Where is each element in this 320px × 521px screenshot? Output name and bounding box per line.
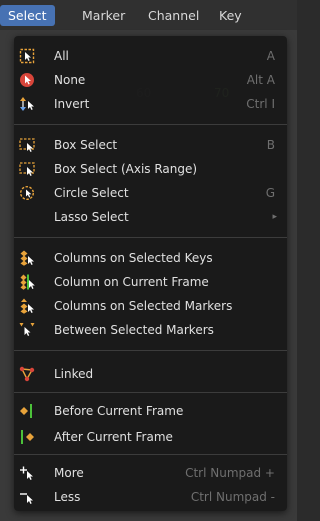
menu-item-column-on-current-frame[interactable]: Column on Current Frame <box>14 270 287 294</box>
menu-item-label: Less <box>54 490 81 504</box>
select-none-icon <box>20 73 34 87</box>
menu-separator <box>14 237 287 238</box>
shortcut: Ctrl Numpad + <box>185 466 275 480</box>
between-markers-icon <box>19 323 35 336</box>
shortcut: Ctrl I <box>246 97 275 111</box>
menu-item-label: All <box>54 49 69 63</box>
menu-select[interactable]: Select <box>0 5 55 26</box>
columns-markers-icon <box>20 298 34 314</box>
menu-item-label: Columns on Selected Keys <box>54 251 213 265</box>
menu-item-box-select-axis-range[interactable]: Box Select (Axis Range) <box>14 157 287 181</box>
menu-item-label: None <box>54 73 86 87</box>
menu-item-label: After Current Frame <box>54 430 173 444</box>
menu-item-label: Lasso Select <box>54 210 129 224</box>
menu-item-label: Between Selected Markers <box>54 323 214 337</box>
circle-select-icon <box>19 185 35 201</box>
select-less-icon <box>20 493 33 504</box>
shortcut: Ctrl Numpad - <box>190 490 275 504</box>
before-frame-icon <box>20 404 32 418</box>
menu-separator <box>14 350 287 351</box>
menu-item-label: Box Select <box>54 138 118 152</box>
menu-item-label: More <box>54 466 84 480</box>
menu-marker[interactable]: Marker <box>74 5 133 26</box>
menu-item-columns-on-selected-markers[interactable]: Columns on Selected Markers <box>14 294 287 318</box>
menu-item-label: Box Select (Axis Range) <box>54 162 198 176</box>
menu-item-label: Column on Current Frame <box>54 275 209 289</box>
shortcut: G <box>265 186 275 200</box>
shortcut: A <box>266 49 275 63</box>
menu-item-none[interactable]: None Alt A <box>14 68 287 92</box>
select-invert-icon <box>20 97 34 111</box>
menu-item-label: Before Current Frame <box>54 404 184 418</box>
menu-item-label: Columns on Selected Markers <box>54 299 233 313</box>
menu-item-linked[interactable]: Linked <box>14 362 287 386</box>
box-select-icon <box>19 138 35 152</box>
menu-item-label: Invert <box>54 97 90 111</box>
menu-item-less[interactable]: Less Ctrl Numpad - <box>14 485 287 509</box>
menu-separator <box>14 392 287 393</box>
menu-item-all[interactable]: All A <box>14 44 287 68</box>
column-frame-icon <box>20 274 35 290</box>
menu-separator <box>14 124 287 125</box>
menu-item-invert[interactable]: Invert Ctrl I <box>14 92 287 116</box>
linked-icon <box>19 366 35 382</box>
menu-item-label: Linked <box>54 367 94 381</box>
editor-menubar: Select Marker Channel Key <box>0 0 297 30</box>
menu-channel[interactable]: Channel <box>140 5 207 26</box>
submenu-arrow-icon: ▸ <box>272 212 277 222</box>
menu-item-after-current-frame[interactable]: After Current Frame <box>14 425 287 449</box>
menu-key[interactable]: Key <box>211 5 250 26</box>
select-dropdown-menu: All A None Alt A Invert Ctrl I Box Selec… <box>14 36 287 511</box>
shortcut: Alt A <box>246 73 275 87</box>
menu-item-box-select[interactable]: Box Select B <box>14 133 287 157</box>
after-frame-icon <box>21 430 34 444</box>
menu-item-columns-on-selected-keys[interactable]: Columns on Selected Keys <box>14 246 287 270</box>
menu-item-circle-select[interactable]: Circle Select G <box>14 181 287 205</box>
menu-item-between-selected-markers[interactable]: Between Selected Markers <box>14 318 287 342</box>
box-select-axis-icon <box>19 162 35 176</box>
menu-item-before-current-frame[interactable]: Before Current Frame <box>14 399 287 423</box>
columns-keys-icon <box>20 250 34 266</box>
shortcut: B <box>266 138 275 152</box>
menu-item-lasso-select[interactable]: Lasso Select ▸ <box>14 205 287 229</box>
select-more-icon <box>20 466 33 480</box>
menu-item-more[interactable]: More Ctrl Numpad + <box>14 461 287 485</box>
menu-separator <box>14 454 287 455</box>
select-all-icon <box>19 48 35 64</box>
menu-item-label: Circle Select <box>54 186 129 200</box>
